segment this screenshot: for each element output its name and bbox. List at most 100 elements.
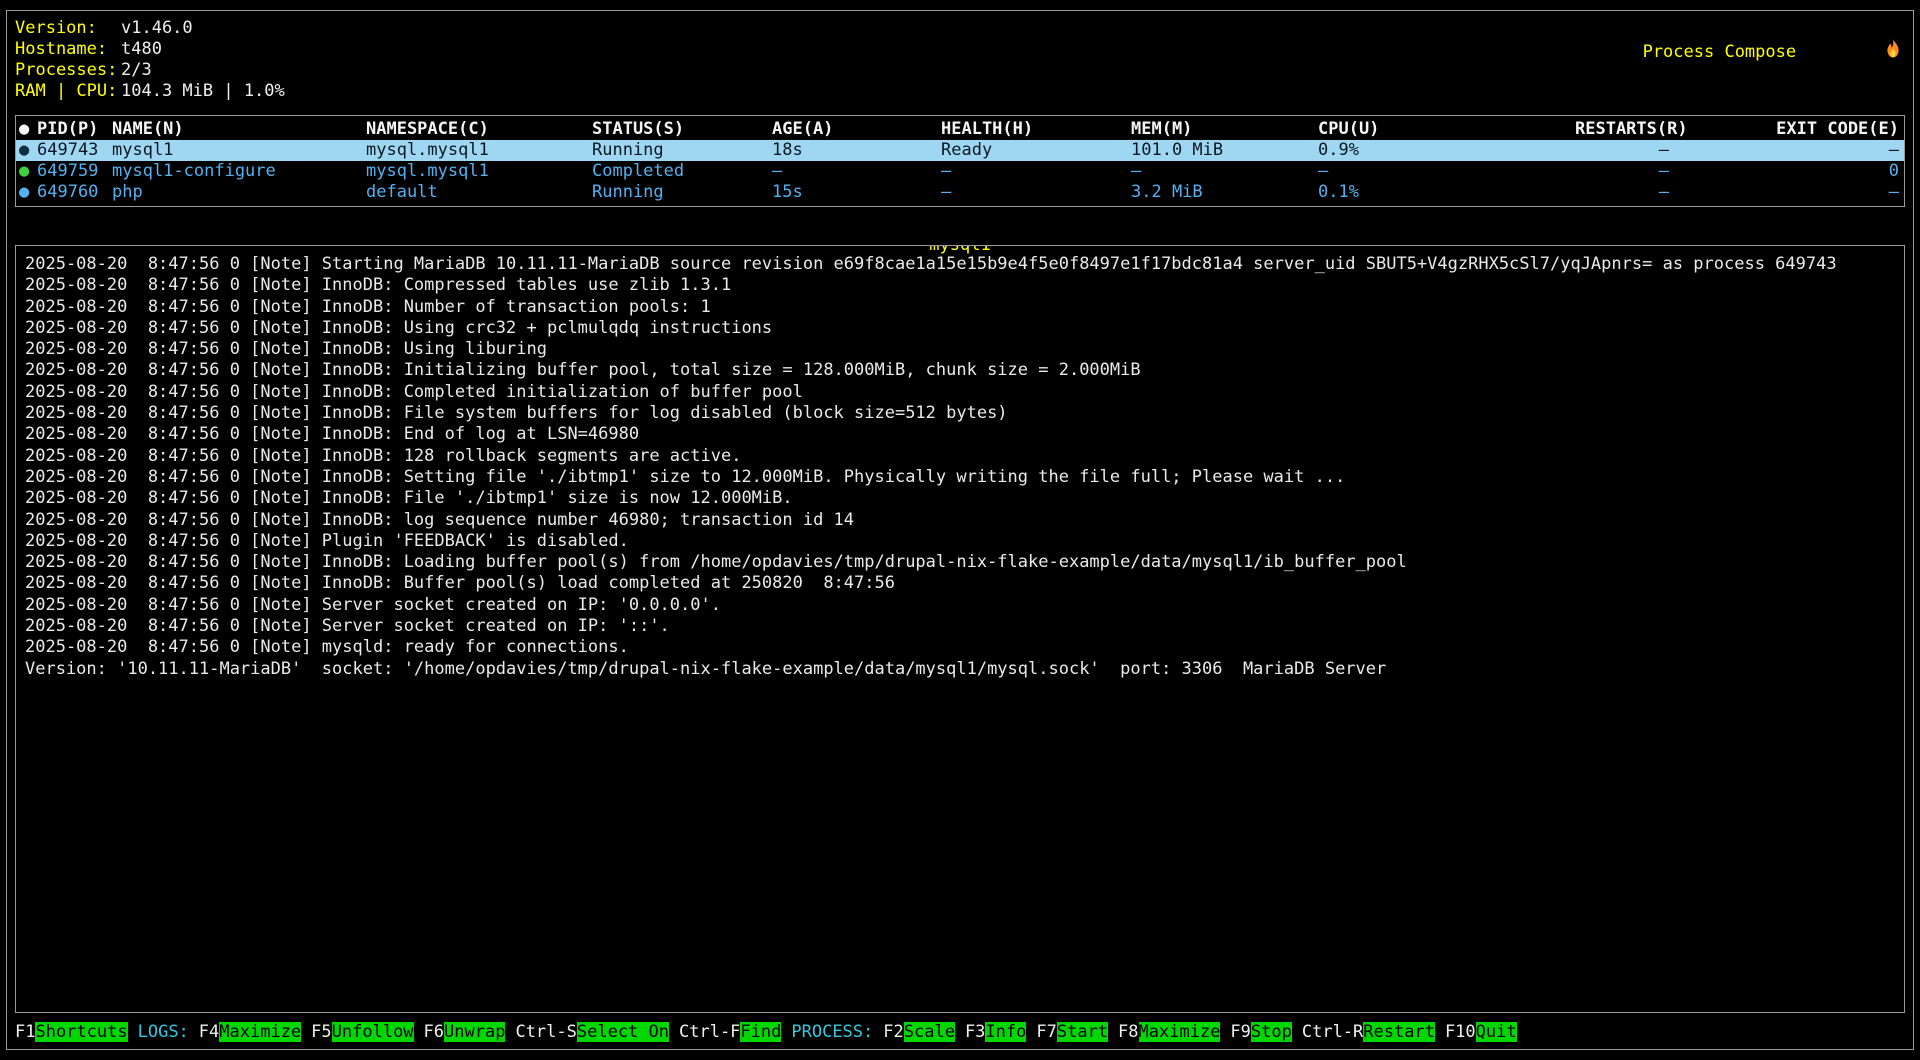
log-line: 2025-08-20 8:47:56 0 [Note] mysqld: read… [25,637,1895,658]
app-title-text: Process Compose [1643,42,1797,63]
cell-status: Running [592,140,772,161]
shortcut-label[interactable]: Restart [1363,1022,1435,1042]
shortcut-f8-maximize-process[interactable]: F8Maximize [1118,1022,1220,1043]
shortcut-label[interactable]: Scale [904,1022,955,1042]
shortcut-label[interactable]: Select On [577,1022,669,1042]
col-status[interactable]: STATUS(S) [592,119,772,140]
col-restarts[interactable]: RESTARTS(R) [1575,119,1669,140]
log-line: 2025-08-20 8:47:56 0 [Note] InnoDB: File… [25,403,1895,424]
status-dot-header: ● [19,119,37,140]
process-row-php[interactable]: ● 649760 php default Running 15s – 3.2 M… [16,182,1904,203]
cell-mem: 3.2 MiB [1131,182,1318,203]
shortcut-key: F10 [1445,1022,1476,1042]
processes-line: Processes:2/3 [15,60,285,81]
shortcut-key: F5 [311,1022,331,1042]
cell-health: – [941,182,1131,203]
cell-namespace: mysql.mysql1 [366,140,592,161]
cell-exit-code: – [1669,140,1899,161]
col-exit-code[interactable]: EXIT CODE(E) [1669,119,1899,140]
shortcut-label[interactable]: Start [1057,1022,1108,1042]
shortcut-f7-start[interactable]: F7Start [1036,1022,1108,1043]
shortcut-label[interactable]: Unwrap [444,1022,505,1042]
cell-pid: 649759 [37,161,112,182]
shortcut-f6-unwrap[interactable]: F6Unwrap [424,1022,506,1043]
log-line: 2025-08-20 8:47:56 0 [Note] Server socke… [25,595,1895,616]
cell-restarts: – [1575,161,1669,182]
shortcut-label[interactable]: Maximize [219,1022,301,1042]
col-age[interactable]: AGE(A) [772,119,941,140]
status-bar: F1Shortcuts LOGS: F4Maximize F5Unfollow … [15,1022,1905,1043]
shortcut-label[interactable]: Shortcuts [35,1022,127,1042]
cell-name: mysql1-configure [112,161,366,182]
log-line: 2025-08-20 8:47:56 0 [Note] Starting Mar… [25,254,1895,275]
shortcut-label[interactable]: Info [985,1022,1026,1042]
col-cpu[interactable]: CPU(U) [1318,119,1575,140]
shortcut-f9-stop[interactable]: F9Stop [1230,1022,1291,1043]
log-line: Version: '10.11.11-MariaDB' socket: '/ho… [25,659,1895,680]
shortcut-label[interactable]: Maximize [1139,1022,1221,1042]
cell-name: php [112,182,366,203]
col-name[interactable]: NAME(N) [112,119,366,140]
process-row-mysql1-configure[interactable]: ● 649759 mysql1-configure mysql.mysql1 C… [16,161,1904,182]
status-dot: ● [19,182,37,203]
flame-icon [1803,18,1901,86]
status-section-process: PROCESS: [791,1022,873,1043]
shortcut-f3-info[interactable]: F3Info [965,1022,1026,1043]
cell-status: Running [592,182,772,203]
processes-value: 2/3 [121,60,152,80]
col-namespace[interactable]: NAMESPACE(C) [366,119,592,140]
shortcut-ctrl-s-select-on[interactable]: Ctrl-SSelect On [515,1022,669,1043]
cell-health: Ready [941,140,1131,161]
log-line: 2025-08-20 8:47:56 0 [Note] InnoDB: Usin… [25,318,1895,339]
log-panel-title: mysql1 [928,245,991,256]
shortcut-ctrl-r-restart[interactable]: Ctrl-RRestart [1302,1022,1435,1043]
cell-namespace: mysql.mysql1 [366,161,592,182]
shortcut-f1-shortcuts[interactable]: F1Shortcuts [15,1022,128,1043]
shortcut-key: F9 [1230,1022,1250,1042]
log-line: 2025-08-20 8:47:56 0 [Note] InnoDB: File… [25,488,1895,509]
cell-cpu: 0.1% [1318,182,1575,203]
app-title: Process Compose [1643,18,1905,86]
process-row-mysql1[interactable]: ● 649743 mysql1 mysql.mysql1 Running 18s… [16,140,1904,161]
cell-age: – [772,161,941,182]
process-table-header: ● PID(P) NAME(N) NAMESPACE(C) STATUS(S) … [16,119,1904,140]
log-line: 2025-08-20 8:47:56 0 [Note] Server socke… [25,616,1895,637]
shortcut-key: Ctrl-F [679,1022,740,1042]
shortcut-key: F2 [883,1022,903,1042]
log-panel[interactable]: mysql1 2025-08-20 8:47:56 0 [Note] Start… [15,245,1905,1013]
app-frame: Version:v1.46.0 Hostname:t480 Processes:… [6,10,1914,1050]
ram-cpu-value: 104.3 MiB | 1.0% [121,81,285,101]
version-line: Version:v1.46.0 [15,18,285,39]
shortcut-label[interactable]: Stop [1251,1022,1292,1042]
shortcut-label[interactable]: Unfollow [332,1022,414,1042]
shortcut-f10-quit[interactable]: F10Quit [1445,1022,1517,1043]
cell-exit-code: – [1669,182,1899,203]
shortcut-f5-unfollow[interactable]: F5Unfollow [311,1022,413,1043]
shortcut-f4-maximize-logs[interactable]: F4Maximize [199,1022,301,1043]
col-mem[interactable]: MEM(M) [1131,119,1318,140]
shortcut-label[interactable]: Quit [1476,1022,1517,1042]
cell-age: 18s [772,140,941,161]
status-dot: ● [19,161,37,182]
version-label: Version: [15,18,121,39]
header-fields: Version:v1.46.0 Hostname:t480 Processes:… [15,18,285,102]
cell-cpu: 0.9% [1318,140,1575,161]
log-line: 2025-08-20 8:47:56 0 [Note] InnoDB: Load… [25,552,1895,573]
status-section-logs: LOGS: [138,1022,189,1043]
log-line: 2025-08-20 8:47:56 0 [Note] InnoDB: Comp… [25,275,1895,296]
log-line: 2025-08-20 8:47:56 0 [Note] Plugin 'FEED… [25,531,1895,552]
version-value: v1.46.0 [121,18,193,38]
shortcut-key: F4 [199,1022,219,1042]
shortcut-f2-scale[interactable]: F2Scale [883,1022,955,1043]
shortcut-ctrl-f-find[interactable]: Ctrl-FFind [679,1022,781,1043]
cell-health: – [941,161,1131,182]
cell-pid: 649760 [37,182,112,203]
shortcut-key: F8 [1118,1022,1138,1042]
log-line: 2025-08-20 8:47:56 0 [Note] InnoDB: 128 … [25,446,1895,467]
log-line: 2025-08-20 8:47:56 0 [Note] InnoDB: Sett… [25,467,1895,488]
log-line: 2025-08-20 8:47:56 0 [Note] InnoDB: log … [25,510,1895,531]
shortcut-label[interactable]: Find [740,1022,781,1042]
col-health[interactable]: HEALTH(H) [941,119,1131,140]
col-pid[interactable]: PID(P) [37,119,112,140]
shortcut-key: F1 [15,1022,35,1042]
